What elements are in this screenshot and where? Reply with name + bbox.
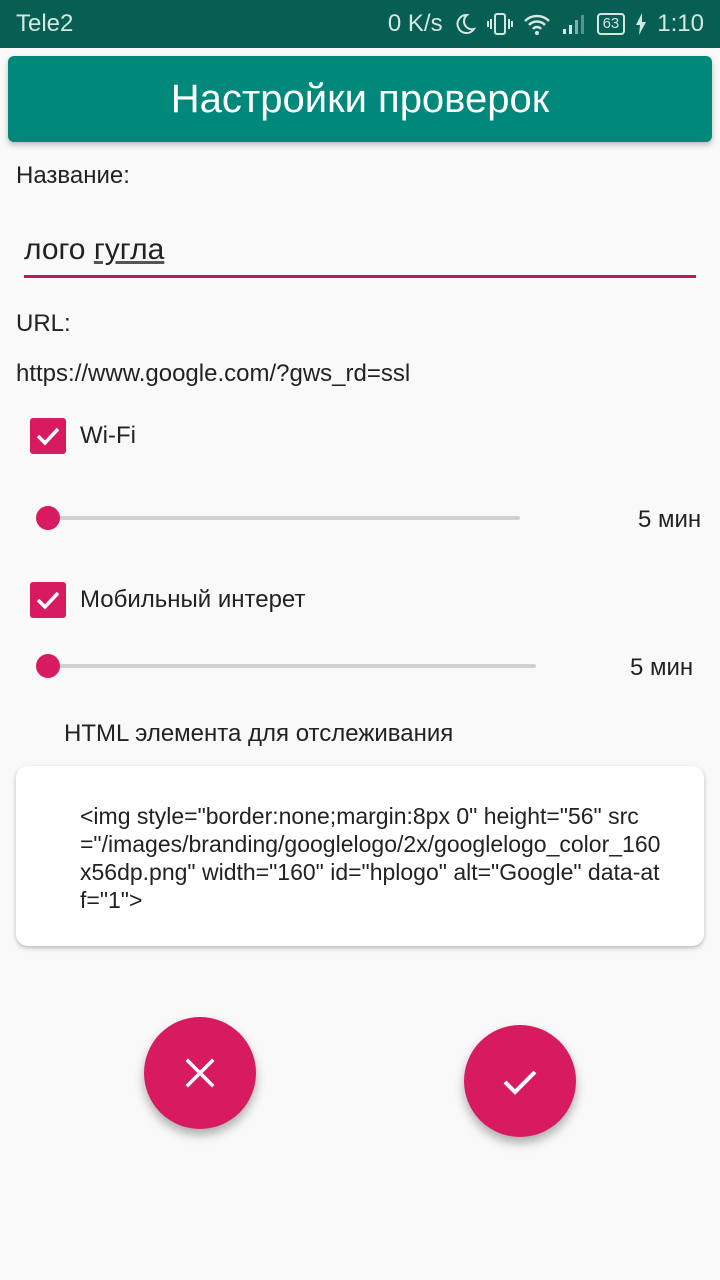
battery-icon: 63 (596, 13, 626, 35)
name-label: Название: (16, 162, 130, 189)
slider-thumb[interactable] (36, 506, 60, 530)
wifi-interval-value: 5 мин (638, 506, 702, 533)
html-element-label: HTML элемента для отслеживания (64, 720, 454, 747)
wifi-label: Wi-Fi (80, 422, 136, 449)
mobile-interval-slider[interactable] (36, 651, 536, 681)
mobile-checkbox-row[interactable]: Мобильный интерет (30, 582, 305, 618)
check-icon (503, 1070, 537, 1095)
wifi-icon (523, 14, 550, 35)
close-icon (185, 1058, 215, 1088)
status-bar: Tele2 0 K/s 63 1:10 (0, 0, 720, 48)
moon-icon (456, 13, 476, 34)
name-input[interactable]: лого гугла (24, 228, 696, 278)
wifi-checkbox[interactable] (30, 418, 66, 454)
signal-icon (562, 15, 584, 34)
page-title: Настройки проверок (170, 76, 550, 121)
slider-thumb[interactable] (36, 654, 60, 678)
url-value: https://www.google.com/?gws_rd=ssl (16, 360, 411, 387)
status-icons: 0 K/s 63 1:10 (388, 10, 704, 38)
wifi-checkbox-row[interactable]: Wi-Fi (30, 418, 136, 454)
charging-icon (636, 13, 647, 35)
slider-track (36, 516, 520, 520)
app-bar: Настройки проверок (8, 56, 712, 142)
mobile-checkbox[interactable] (30, 582, 66, 618)
url-label: URL: (16, 310, 71, 337)
confirm-button[interactable] (464, 1025, 576, 1137)
html-element-input[interactable]: <img style="border:none;margin:8px 0" he… (16, 766, 704, 946)
wifi-interval-slider[interactable] (36, 503, 520, 533)
cancel-button[interactable] (144, 1017, 256, 1129)
network-speed: 0 K/s (387, 10, 443, 37)
clock: 1:10 (657, 10, 704, 37)
name-input-text-2: гугла (93, 233, 165, 266)
carrier-name: Tele2 (16, 10, 74, 37)
check-icon (36, 427, 60, 446)
vibrate-icon (486, 13, 513, 35)
slider-track (36, 664, 536, 668)
check-icon (36, 591, 60, 610)
html-element-value: <img style="border:none;margin:8px 0" he… (80, 803, 661, 913)
mobile-interval-value: 5 мин (630, 654, 694, 681)
mobile-label: Мобильный интерет (80, 586, 306, 613)
name-input-text-1: лого (24, 233, 86, 266)
